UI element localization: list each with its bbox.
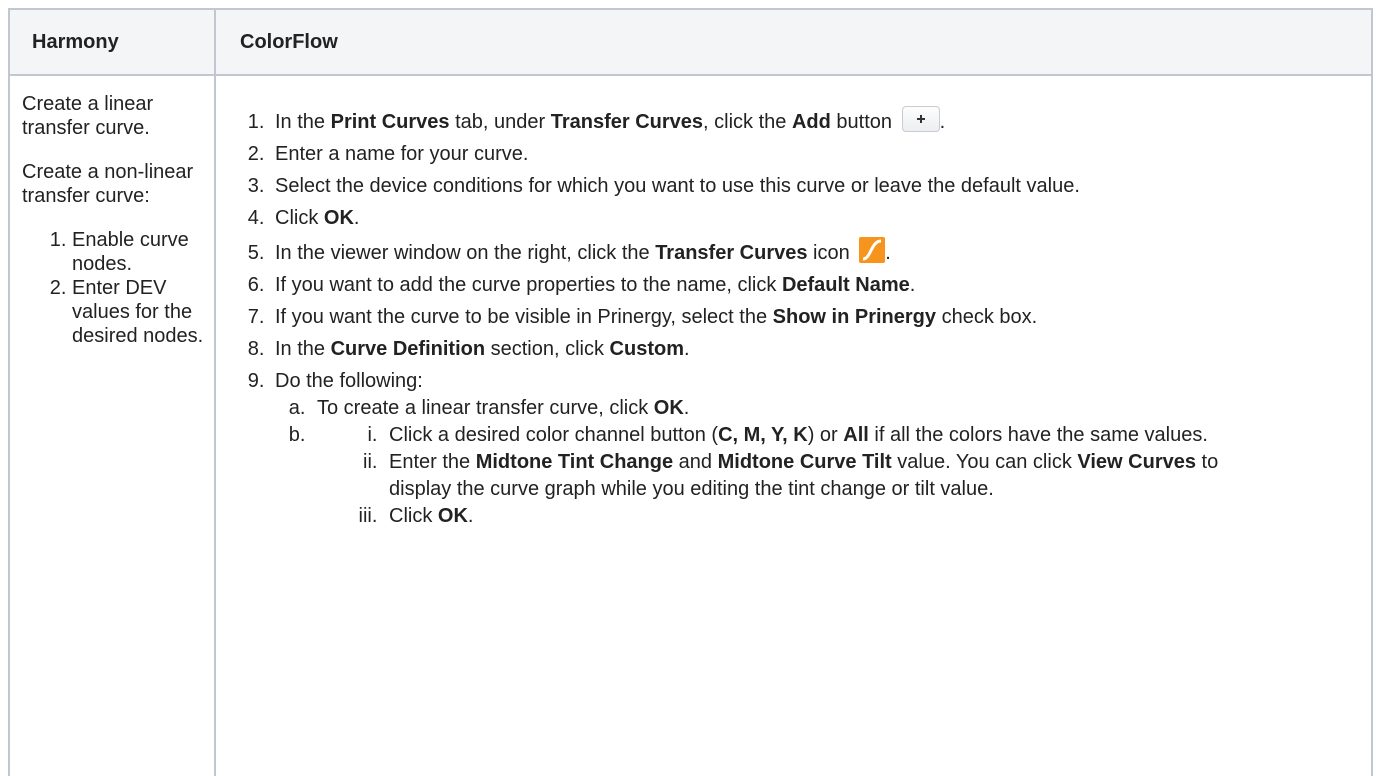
comparison-table: Harmony ColorFlow Create a linear transf… xyxy=(8,8,1373,776)
step-4: Click OK. xyxy=(270,205,1361,232)
harmony-nonlinear-text: Create a non-linear transfer curve: xyxy=(22,161,194,207)
ui-term: Transfer Curves xyxy=(655,242,808,264)
ui-term: C, M, Y, K xyxy=(718,424,808,446)
table-row: Create a linear transfer curve. Create a… xyxy=(8,74,1373,776)
harmony-linear-text: Create a linear transfer curve. xyxy=(22,93,154,139)
text: Click a desired color channel button ( xyxy=(389,424,719,446)
transfer-curve-icon xyxy=(859,237,886,263)
step-9: Do the following: To create a linear tra… xyxy=(270,368,1361,530)
text: Click xyxy=(389,505,438,527)
colorflow-steps: In the Print Curves tab, under Transfer … xyxy=(230,106,1361,530)
colorflow-cell: In the Print Curves tab, under Transfer … xyxy=(214,74,1373,776)
text: In the xyxy=(275,111,331,133)
list-item: Enter DEV values for the desired nodes. xyxy=(72,276,206,348)
step-7: If you want the curve to be visible in P… xyxy=(270,304,1361,331)
harmony-cell: Create a linear transfer curve. Create a… xyxy=(8,74,216,776)
text: . xyxy=(684,338,690,360)
step-9a: To create a linear transfer curve, click… xyxy=(311,395,1361,422)
text: In the viewer window on the right, click… xyxy=(275,242,656,264)
ui-term: Midtone Curve Tilt xyxy=(717,451,892,473)
text: ) or xyxy=(807,424,844,446)
header-colorflow: ColorFlow xyxy=(214,8,1373,76)
text: tab, under xyxy=(449,111,551,133)
step-9b-iii: Click OK. xyxy=(383,503,1223,530)
ui-term: OK xyxy=(437,505,468,527)
text: Click xyxy=(275,207,324,229)
header-row: Harmony ColorFlow xyxy=(8,8,1373,76)
step-5: In the viewer window on the right, click… xyxy=(270,237,1361,267)
ui-term: All xyxy=(843,424,869,446)
ui-term: View Curves xyxy=(1077,451,1196,473)
text: If you want to add the curve properties … xyxy=(275,274,782,296)
ui-term: Custom xyxy=(609,338,684,360)
ui-term: Transfer Curves xyxy=(550,111,704,133)
text: and xyxy=(673,451,718,473)
text: Do the following: xyxy=(275,370,423,392)
text: button xyxy=(830,111,898,133)
step-9b-ii: Enter the Midtone Tint Change and Midton… xyxy=(383,449,1223,503)
text: . xyxy=(467,505,474,527)
ui-term: Print Curves xyxy=(330,111,450,133)
text: In the xyxy=(275,338,331,360)
text: check box. xyxy=(936,306,1038,328)
text: . xyxy=(885,242,891,264)
text: icon xyxy=(807,242,856,264)
header-harmony: Harmony xyxy=(8,8,216,76)
sub-steps: To create a linear transfer curve, click… xyxy=(275,395,1361,530)
ui-term: OK xyxy=(653,397,684,419)
text: , click the xyxy=(703,111,792,133)
plus-icon xyxy=(901,106,940,132)
ui-term: OK xyxy=(323,207,354,229)
step-8: In the Curve Definition section, click C… xyxy=(270,336,1361,363)
ui-term: Default Name xyxy=(781,274,910,296)
harmony-steps: Enable curve nodes. Enter DEV values for… xyxy=(22,228,206,348)
text: If you want the curve to be visible in P… xyxy=(275,306,773,328)
text: . xyxy=(353,207,360,229)
text: Enter the xyxy=(389,451,476,473)
step-3: Select the device conditions for which y… xyxy=(270,173,1361,200)
text: value. You can click xyxy=(891,451,1078,473)
text: . xyxy=(683,397,690,419)
page: Harmony ColorFlow Create a linear transf… xyxy=(0,0,1384,776)
step-6: If you want to add the curve properties … xyxy=(270,272,1361,299)
ui-term: Midtone Tint Change xyxy=(475,451,674,473)
ui-term: Curve Definition xyxy=(330,338,486,360)
text: . xyxy=(939,111,946,133)
text: To create a linear transfer curve, click xyxy=(317,397,654,419)
ui-term: Show in Prinergy xyxy=(772,306,937,328)
ui-term: Add xyxy=(791,111,831,133)
step-2: Enter a name for your curve. xyxy=(270,141,1361,168)
step-9b-i: Click a desired color channel button (C,… xyxy=(383,422,1223,449)
step-1: In the Print Curves tab, under Transfer … xyxy=(270,106,1361,136)
step-9b: Click a desired color channel button (C,… xyxy=(311,422,1361,530)
text: section, click xyxy=(485,338,610,360)
text: . xyxy=(909,274,916,296)
text: if all the colors have the same values. xyxy=(868,424,1208,446)
sub-sub-steps: Click a desired color channel button (C,… xyxy=(317,422,1223,530)
list-item: Enable curve nodes. xyxy=(72,228,206,276)
